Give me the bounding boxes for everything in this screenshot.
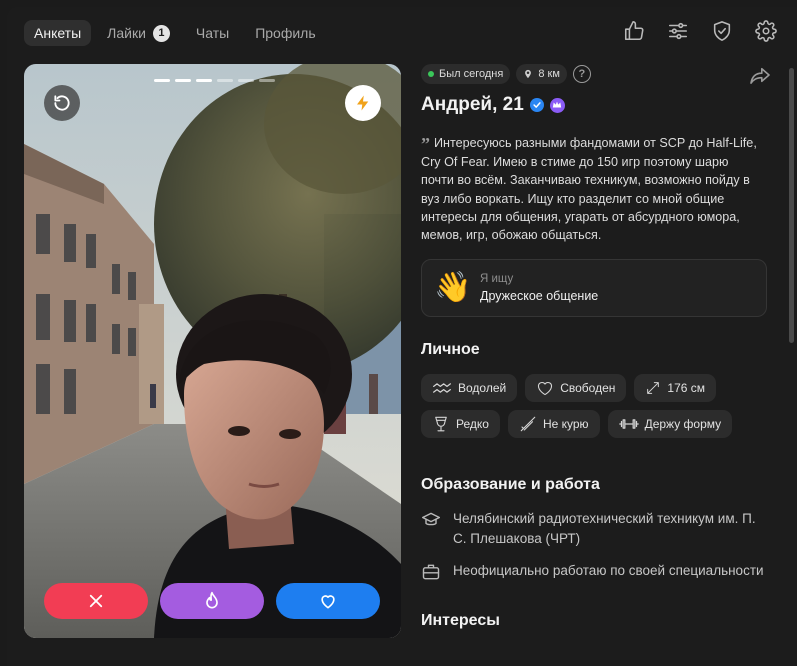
tag-sport: Держу форму [607,410,733,439]
boost-button[interactable] [345,85,381,121]
premium-crown-icon [549,97,565,113]
tag-alcohol: Редко [421,410,500,439]
tag-height: 176 см [634,374,716,403]
online-status-text: Был сегодня [439,68,504,80]
photo-progress-segment [175,79,191,82]
personal-section-title: Личное [421,341,480,359]
profile-meta: Был сегодня 8 км ? [421,64,771,84]
tag-height-label: 176 см [667,381,705,396]
online-status: Был сегодня [421,64,511,84]
seeking-card: 👋 Я ищу Дружеское общение [421,259,767,318]
tab-chats[interactable]: Чаты [186,20,239,46]
online-dot [428,71,434,77]
no-smoking-icon [520,416,536,432]
tab-profiles[interactable]: Анкеты [24,20,92,46]
top-nav: Анкеты Лайки 1 Чаты Профиль [24,20,332,46]
share-icon [750,67,770,84]
height-icon [647,382,660,395]
tab-chats-label: Чаты [195,25,230,41]
bio-text: Интересуюсь разными фандомами от SCP до … [421,136,757,243]
tab-likes[interactable]: Лайки 1 [97,20,180,46]
top-toolbar [623,20,777,42]
seeking-value: Дружеское общение [480,289,599,304]
education-text: Челябинский радиотехнический техникум им… [453,511,756,547]
distance-text: 8 км [538,68,560,80]
undo-icon [54,95,70,111]
distance-badge: 8 км [516,64,567,84]
interests-section-title: Интересы [421,612,500,630]
lightning-icon [357,95,369,111]
superlike-button[interactable] [160,583,264,619]
education-section-title: Образование и работа [421,476,600,494]
tag-relationship-label: Свободен [560,381,616,396]
heart-outline-icon [538,382,553,396]
heart-icon [321,595,335,609]
tag-smoking: Не курю [507,410,600,439]
tab-profile-label: Профиль [255,25,316,41]
waving-hand-icon: 👋 [434,271,472,305]
photo-progress-segment [154,79,170,82]
tag-zodiac: Водолей [421,374,518,403]
verified-icon [529,98,544,112]
dumbbell-icon [618,419,639,430]
gear-icon[interactable] [755,20,777,42]
tag-relationship: Свободен [525,374,627,403]
like-button[interactable] [276,583,380,619]
dislike-button[interactable] [44,583,148,619]
tab-likes-label: Лайки [107,25,146,41]
tag-smoking-label: Не курю [542,417,589,432]
name-row: Андрей, 21 [421,94,771,116]
photo-progress-segment [259,79,275,82]
thumbs-up-icon[interactable] [623,20,645,42]
quote-icon: ” [421,134,430,154]
tag-sport-label: Держу форму [644,417,722,432]
glass-icon [435,416,447,432]
aquarius-icon [433,383,451,394]
details-scrollbar[interactable] [789,68,794,343]
location-pin-icon [525,69,532,79]
work-row: Неофициально работаю по своей специально… [421,561,771,582]
profile-photo[interactable] [24,64,401,638]
photo-progress-segment [196,79,212,82]
photo-image [24,64,401,638]
profile-details: Был сегодня 8 км ? Андрей, 21 ” Интересую… [421,64,771,666]
tab-profiles-label: Анкеты [34,25,82,41]
briefcase-icon [421,562,441,582]
profile-name-age: Андрей, 21 [421,94,524,115]
tag-alcohol-label: Редко [456,417,489,432]
graduation-cap-icon [421,510,441,530]
shield-check-icon[interactable] [711,20,733,42]
bio-block: ” Интересуюсь разными фандомами от SCP до… [421,134,763,244]
app-window: Анкеты Лайки 1 Чаты Профиль Был сегодня … [0,0,797,666]
help-icon[interactable]: ? [572,65,591,83]
personal-tags: Водолей Свободен 176 см Редко Не курю Де… [421,374,767,439]
tab-profile[interactable]: Профиль [245,20,325,46]
likes-count-badge: 1 [152,24,170,42]
photo-progress [154,79,275,82]
undo-button[interactable] [44,85,80,121]
seeking-label: Я ищу [480,273,514,286]
filters-icon[interactable] [667,20,689,42]
share-button[interactable] [749,66,771,89]
photo-progress-segment [217,79,233,82]
tag-zodiac-label: Водолей [458,381,507,396]
close-icon [89,594,103,608]
photo-progress-segment [238,79,254,82]
work-text: Неофициально работаю по своей специально… [453,563,764,579]
education-row: Челябинский радиотехнический техникум им… [421,509,771,549]
fire-icon [206,591,218,609]
